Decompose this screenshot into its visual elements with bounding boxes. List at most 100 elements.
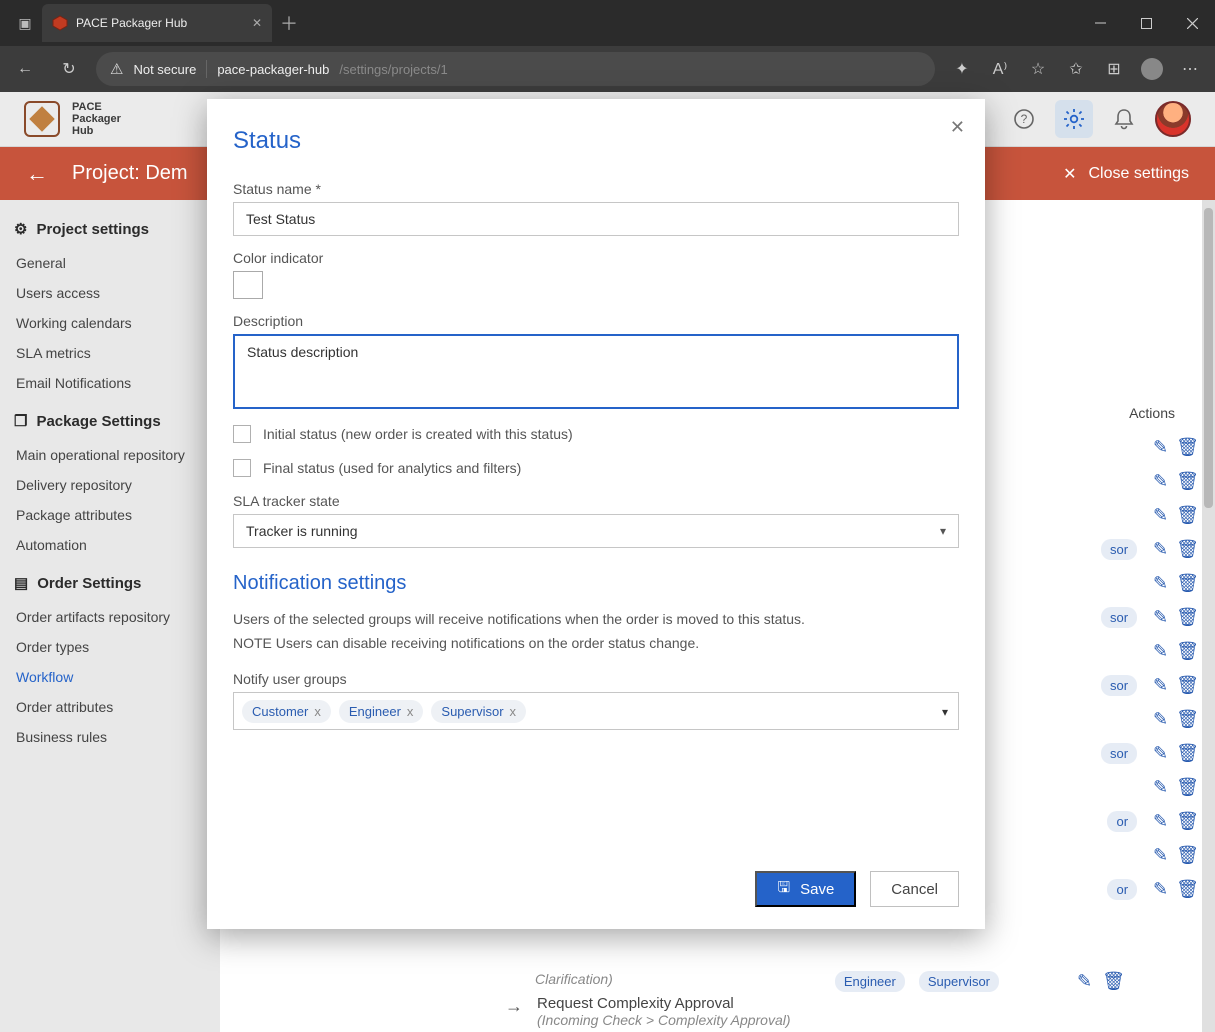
user-group-tag[interactable]: Supervisorx: [431, 700, 526, 723]
edit-icon[interactable]: ✎: [1153, 879, 1168, 900]
tab-actions-icon[interactable]: ▣: [8, 6, 42, 40]
sidebar-item-order-types[interactable]: Order types: [14, 632, 206, 662]
edit-icon[interactable]: ✎: [1153, 845, 1168, 866]
tag-label: Customer: [252, 704, 308, 719]
sidebar-item-working-calendars[interactable]: Working calendars: [14, 308, 206, 338]
avatar[interactable]: [1155, 101, 1191, 137]
insecure-label: Not secure: [133, 62, 196, 77]
role-chip[interactable]: sor: [1101, 607, 1137, 628]
delete-icon[interactable]: 🗑: [1176, 709, 1199, 730]
table-row: or ✎ 🗑: [999, 872, 1199, 906]
delete-icon[interactable]: 🗑: [1176, 607, 1199, 628]
edit-icon[interactable]: ✎: [1153, 539, 1168, 560]
edit-icon[interactable]: ✎: [1153, 709, 1168, 730]
tab-close-icon[interactable]: ✕: [252, 16, 262, 30]
table-row: sor ✎ 🗑: [999, 532, 1199, 566]
sidebar-item-automation[interactable]: Automation: [14, 530, 206, 560]
favorites-bar-icon[interactable]: ✩: [1059, 52, 1093, 86]
clarity-icon[interactable]: ✦: [945, 52, 979, 86]
delete-icon[interactable]: 🗑: [1176, 471, 1199, 492]
role-chip[interactable]: Supervisor: [919, 971, 999, 992]
window-close-icon[interactable]: [1169, 0, 1215, 46]
delete-icon[interactable]: 🗑: [1102, 971, 1125, 992]
sidebar-item-main-repo[interactable]: Main operational repository: [14, 440, 206, 470]
sidebar-item-package-attributes[interactable]: Package attributes: [14, 500, 206, 530]
profile-icon[interactable]: [1135, 52, 1169, 86]
cancel-button[interactable]: Cancel: [870, 871, 959, 907]
status-name-input[interactable]: [233, 202, 959, 236]
role-chip[interactable]: Engineer: [835, 971, 905, 992]
close-settings-button[interactable]: ✕ Close settings: [1063, 164, 1189, 184]
delete-icon[interactable]: 🗑: [1176, 811, 1199, 832]
modal-close-icon[interactable]: ✕: [950, 117, 965, 138]
sidebar-item-sla-metrics[interactable]: SLA metrics: [14, 338, 206, 368]
read-aloud-icon[interactable]: A⁾: [983, 52, 1017, 86]
bell-icon[interactable]: [1105, 100, 1143, 138]
role-chip[interactable]: sor: [1101, 675, 1137, 696]
edit-icon[interactable]: ✎: [1153, 777, 1168, 798]
edit-icon[interactable]: ✎: [1153, 573, 1168, 594]
chevron-down-icon: ▾: [940, 524, 946, 538]
sidebar-item-users-access[interactable]: Users access: [14, 278, 206, 308]
role-chip[interactable]: sor: [1101, 539, 1137, 560]
sla-tracker-select[interactable]: Tracker is running ▾: [233, 514, 959, 548]
user-group-tag[interactable]: Engineerx: [339, 700, 424, 723]
delete-icon[interactable]: 🗑: [1176, 845, 1199, 866]
scrollbar-thumb[interactable]: [1204, 208, 1213, 508]
delete-icon[interactable]: 🗑: [1176, 641, 1199, 662]
edit-icon[interactable]: ✎: [1153, 641, 1168, 662]
save-icon: 🖫: [777, 877, 790, 902]
delete-icon[interactable]: 🗑: [1176, 539, 1199, 560]
sidebar-item-general[interactable]: General: [14, 248, 206, 278]
role-chip[interactable]: sor: [1101, 743, 1137, 764]
edit-icon[interactable]: ✎: [1153, 811, 1168, 832]
delete-icon[interactable]: 🗑: [1176, 743, 1199, 764]
sidebar-item-order-attributes[interactable]: Order attributes: [14, 692, 206, 722]
sidebar-item-delivery-repo[interactable]: Delivery repository: [14, 470, 206, 500]
favorite-icon[interactable]: ☆: [1021, 52, 1055, 86]
help-icon[interactable]: ?: [1005, 100, 1043, 138]
refresh-icon[interactable]: ↻: [52, 52, 86, 86]
more-icon[interactable]: ⋯: [1173, 52, 1207, 86]
edit-icon[interactable]: ✎: [1153, 743, 1168, 764]
edit-icon[interactable]: ✎: [1153, 675, 1168, 696]
settings-icon[interactable]: [1055, 100, 1093, 138]
initial-status-checkbox[interactable]: Initial status (new order is created wit…: [233, 425, 959, 443]
notification-help-1: Users of the selected groups will receiv…: [233, 609, 959, 629]
user-group-tag[interactable]: Customer x: [242, 700, 331, 723]
sidebar-item-workflow[interactable]: Workflow: [14, 662, 206, 692]
delete-icon[interactable]: 🗑: [1176, 777, 1199, 798]
delete-icon[interactable]: 🗑: [1176, 675, 1199, 696]
delete-icon[interactable]: 🗑: [1176, 573, 1199, 594]
back-icon[interactable]: ←: [8, 52, 42, 86]
delete-icon[interactable]: 🗑: [1176, 879, 1199, 900]
minimize-icon[interactable]: [1077, 0, 1123, 46]
back-arrow-icon[interactable]: ←: [26, 161, 48, 187]
delete-icon[interactable]: 🗑: [1176, 437, 1199, 458]
delete-icon[interactable]: 🗑: [1176, 505, 1199, 526]
color-indicator-swatch[interactable]: [233, 271, 263, 299]
edit-icon[interactable]: ✎: [1153, 437, 1168, 458]
save-button[interactable]: 🖫 Save: [755, 871, 856, 907]
maximize-icon[interactable]: [1123, 0, 1169, 46]
edit-icon[interactable]: ✎: [1153, 471, 1168, 492]
new-tab-button[interactable]: ＋: [272, 10, 306, 36]
tag-remove-icon[interactable]: x: [510, 704, 517, 719]
final-status-checkbox[interactable]: Final status (used for analytics and fil…: [233, 459, 959, 477]
collections-icon[interactable]: ⊞: [1097, 52, 1131, 86]
sidebar-item-business-rules[interactable]: Business rules: [14, 722, 206, 752]
edit-icon[interactable]: ✎: [1077, 971, 1092, 992]
tag-remove-icon[interactable]: x: [314, 704, 321, 719]
sidebar-item-email-notifications[interactable]: Email Notifications: [14, 368, 206, 398]
tag-remove-icon[interactable]: x: [407, 704, 414, 719]
edit-icon[interactable]: ✎: [1153, 607, 1168, 628]
browser-tab[interactable]: PACE Packager Hub ✕: [42, 4, 272, 42]
edit-icon[interactable]: ✎: [1153, 505, 1168, 526]
app-logo-text: PACE Packager Hub: [72, 101, 121, 137]
description-input[interactable]: [233, 334, 959, 409]
sidebar-item-order-artifacts[interactable]: Order artifacts repository: [14, 602, 206, 632]
role-chip[interactable]: or: [1107, 879, 1137, 900]
role-chip[interactable]: or: [1107, 811, 1137, 832]
url-field[interactable]: ⚠ Not secure pace-packager-hub/settings/…: [96, 52, 935, 86]
notify-groups-select[interactable]: CustomerxEngineerxSupervisorx▾: [233, 692, 959, 730]
